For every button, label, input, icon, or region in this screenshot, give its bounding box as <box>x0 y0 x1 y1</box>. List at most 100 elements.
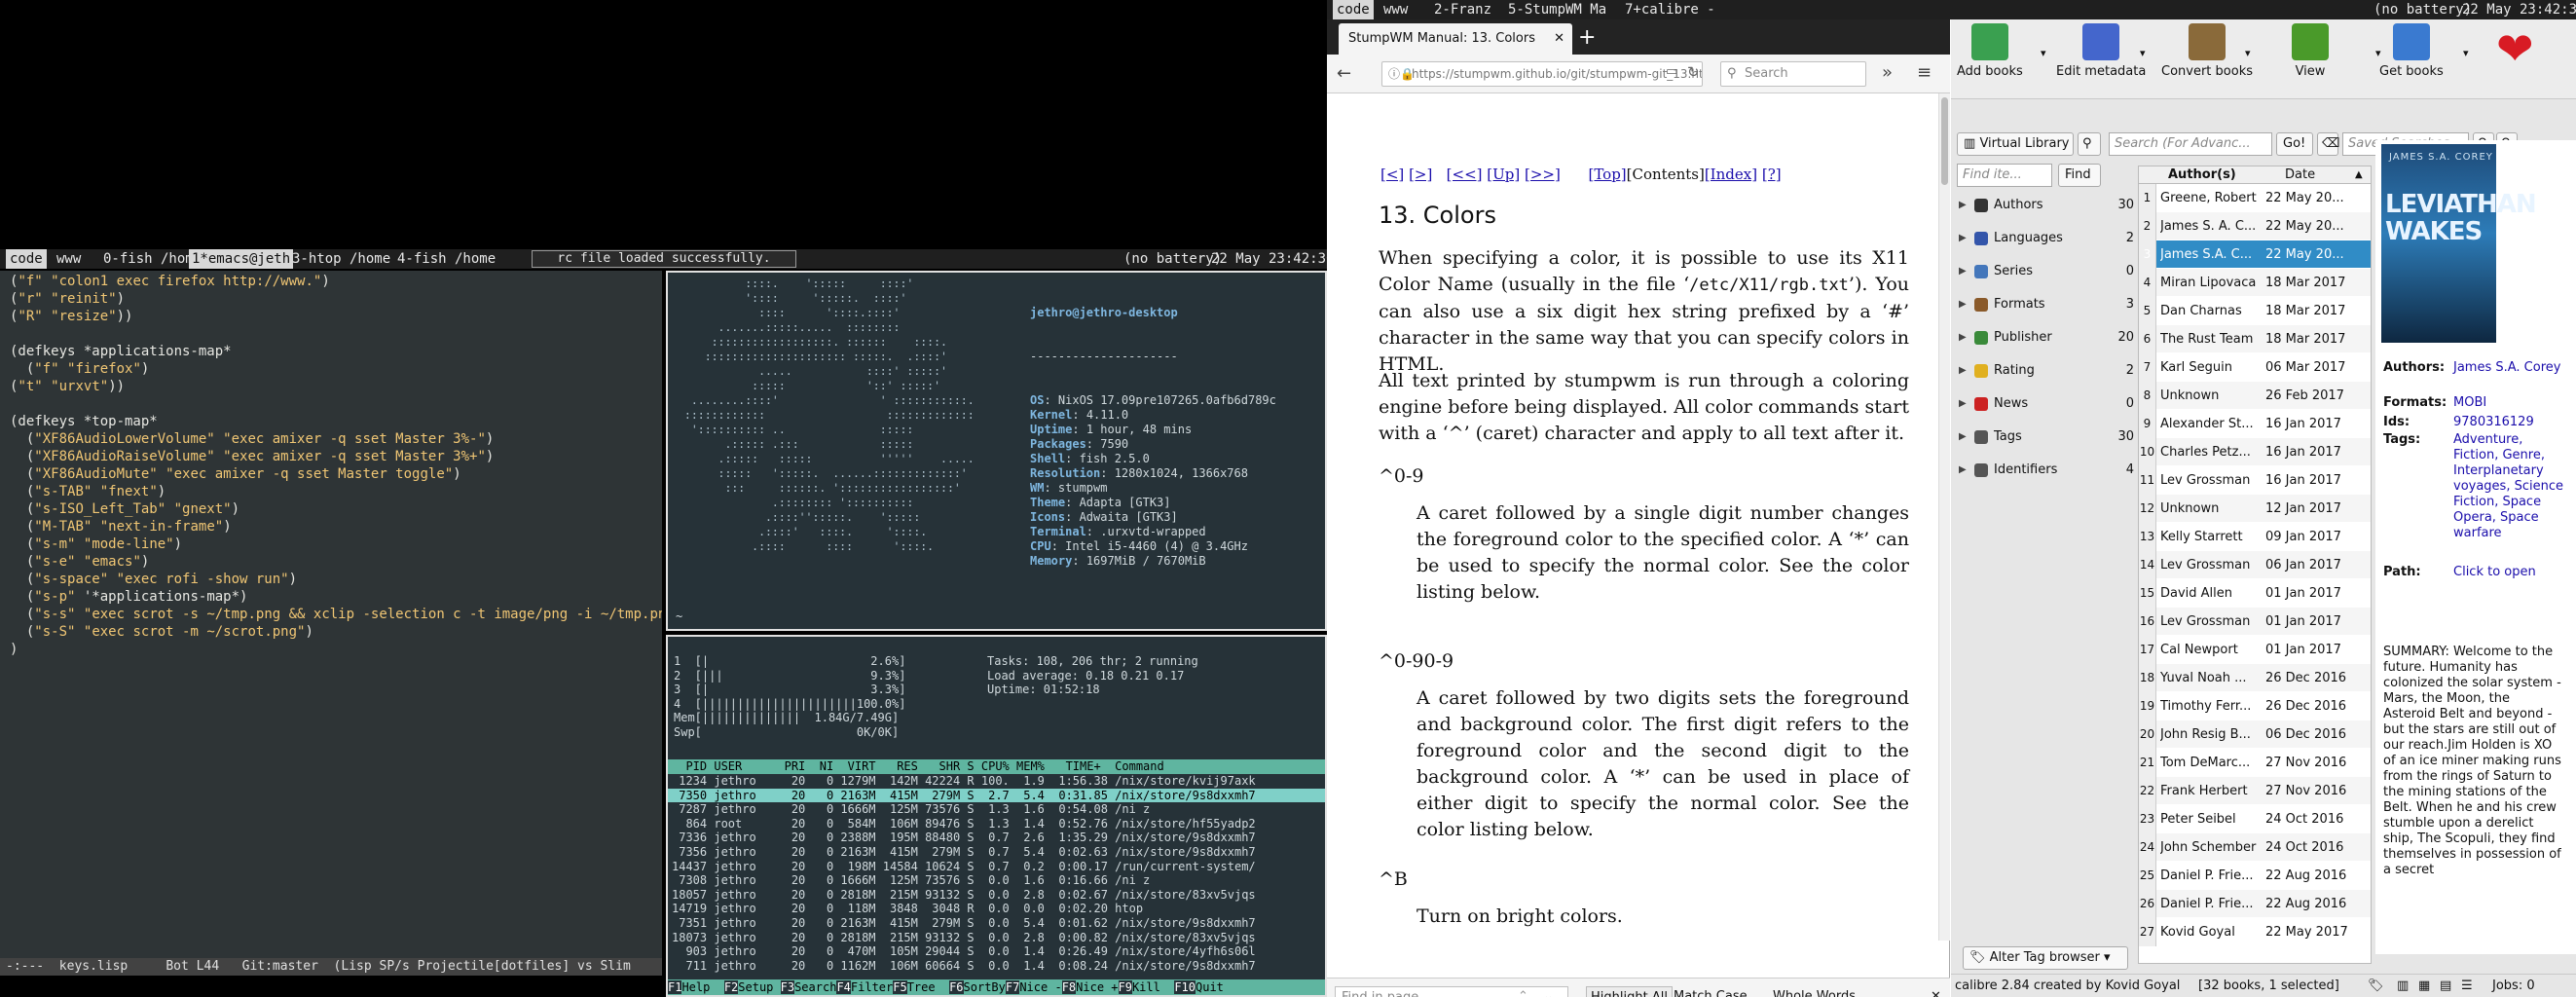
find-input[interactable]: Find in page <box>1335 986 1568 997</box>
alter-tag-browser-button[interactable]: 🏷 Alter Tag browser ▾ <box>1963 946 2128 970</box>
window-item[interactable]: 3-htop /home <box>292 249 390 269</box>
tag-icon[interactable]: 🏷 <box>2368 975 2384 997</box>
jobs-status[interactable]: Jobs: 0 <box>2492 975 2535 997</box>
virtual-library-button[interactable]: ▥ Virtual Library <box>1957 132 2074 156</box>
fkey-label[interactable]: Quit <box>1196 980 1224 994</box>
process-table[interactable]: 1234 jethro 20 0 1279M 142M 42224 R 100.… <box>668 774 1325 973</box>
window-item[interactable]: 5-StumpWM Ma <box>1508 0 1606 19</box>
go-button[interactable]: Go! <box>2276 132 2313 156</box>
overflow-icon[interactable]: » <box>1882 62 1893 83</box>
book-row[interactable]: 19 Timothy Ferr... 26 Dec 2016 <box>2139 692 2371 720</box>
book-row[interactable]: 4 Miran Lipovaca 18 Mar 2017 <box>2139 269 2371 297</box>
book-row[interactable]: 11 Lev Grossman 16 Jan 2017 <box>2139 466 2371 495</box>
tab-active[interactable]: StumpWM Manual: 13. Colors ✕ <box>1339 23 1572 55</box>
list-view-icon[interactable]: ☰ <box>2461 975 2473 997</box>
fkey-label[interactable]: SortBy <box>964 980 1006 994</box>
find-item-input[interactable]: Find ite... <box>1957 164 2052 187</box>
book-cover[interactable]: JAMES S.A. COREY LEVIATHAN WAKES <box>2381 144 2537 343</box>
expand-arrow-icon[interactable]: ▶ <box>1959 222 1967 255</box>
toolbar-convert-books-button[interactable]: Convert books <box>2161 23 2253 79</box>
scrollbar-thumb[interactable] <box>1941 97 1948 185</box>
nav-contents[interactable]: [Contents] <box>1627 166 1705 183</box>
book-row[interactable]: 22 Frank Herbert 27 Nov 2016 <box>2139 777 2371 805</box>
fkey-label[interactable]: Tree <box>907 980 949 994</box>
tag-browser[interactable]: ▶ Authors 30 ▶ Languages 2 ▶ Series 0 ▶ Formats 3 ▶ P… <box>1957 189 2134 948</box>
group-www[interactable]: www <box>1383 0 1408 19</box>
book-row[interactable]: 18 Yuval Noah ... 26 Dec 2016 <box>2139 664 2371 692</box>
column-authors[interactable]: Author(s) <box>2168 166 2236 183</box>
search-input[interactable]: Search (For Advanc... <box>2109 132 2272 156</box>
process-row[interactable]: 864 root 20 0 584M 106M 89476 S 1.3 1.4 … <box>668 817 1325 831</box>
book-row[interactable]: 24 John Schember 24 Oct 2016 <box>2139 833 2371 862</box>
window-item[interactable]: 4-fish /home <box>397 249 496 269</box>
process-row[interactable]: 14719 jethro 20 0 118M 3848 3048 R 0.0 0… <box>668 902 1325 916</box>
process-row[interactable]: 7308 jethro 20 0 1666M 125M 73576 S 0.0 … <box>668 873 1325 888</box>
fkey-label[interactable]: Setup <box>738 980 780 994</box>
dropdown-arrow-icon[interactable]: ▾ <box>2140 47 2146 59</box>
book-row[interactable]: 23 Peter Seibel 24 Oct 2016 <box>2139 805 2371 833</box>
nav-prev[interactable]: [<] <box>1380 166 1404 183</box>
info-icon[interactable]: ⓘ <box>1388 62 1400 86</box>
fkey[interactable]: F5 <box>893 980 907 994</box>
process-row[interactable]: 18057 jethro 20 0 2818M 215M 93132 S 0.0… <box>668 888 1325 903</box>
book-row[interactable]: 2 James S. A. C... 22 May 20... <box>2139 212 2371 240</box>
find-next-icon[interactable]: ⌄ <box>1543 979 1554 997</box>
book-row[interactable]: 14 Lev Grossman 06 Jan 2017 <box>2139 551 2371 579</box>
fkey[interactable]: F10 <box>1174 980 1196 994</box>
nav-next-section[interactable]: [>>] <box>1525 166 1561 183</box>
new-tab-icon[interactable]: + <box>1578 25 1596 51</box>
process-table-header[interactable]: PID USER PRI NI VIRT RES SHR S CPU% MEM%… <box>668 759 1325 774</box>
book-row[interactable]: 26 Daniel P. Frie... 22 Aug 2016 <box>2139 890 2371 918</box>
nav-prev-section[interactable]: [<<] <box>1447 166 1483 183</box>
window-item[interactable]: 7+calibre - <box>1625 0 1715 19</box>
window-item-current[interactable]: 1*emacs@jeth <box>189 249 294 269</box>
nav-top[interactable]: [Top] <box>1588 166 1626 183</box>
book-row[interactable]: 10 Charles Petz... 16 Jan 2017 <box>2139 438 2371 466</box>
tag-category-authors[interactable]: ▶ Authors 30 <box>1957 189 2134 222</box>
url-bar[interactable]: ⓘ 🔒 https://stumpwm.github.io/git/stumpw… <box>1381 61 1703 87</box>
fkey[interactable]: F3 <box>780 980 795 994</box>
process-row[interactable]: 7336 jethro 20 0 2388M 195M 88480 S 0.7 … <box>668 831 1325 845</box>
book-row[interactable]: 9 Alexander St... 16 Jan 2017 <box>2139 410 2371 438</box>
dropdown-arrow-icon[interactable]: ▾ <box>2245 47 2251 59</box>
book-list-header[interactable]: Author(s) Date ▲ <box>2139 166 2371 184</box>
book-row[interactable]: 8 Unknown 26 Feb 2017 <box>2139 382 2371 410</box>
book-row[interactable]: 21 Tom DeMarc... 27 Nov 2016 <box>2139 749 2371 777</box>
grid-view-icon[interactable]: ▦ <box>2418 975 2430 997</box>
tag-category-formats[interactable]: ▶ Formats 3 <box>1957 288 2134 321</box>
fkey-label[interactable]: Kill <box>1132 980 1174 994</box>
cover-flow-icon[interactable]: ▤ <box>2440 975 2451 997</box>
book-row[interactable]: 20 John Resig B... 06 Dec 2016 <box>2139 720 2371 749</box>
fkey-label[interactable]: Filter <box>851 980 893 994</box>
toolbar-edit-metadata-button[interactable]: Edit metadata <box>2056 23 2146 79</box>
expand-arrow-icon[interactable]: ▶ <box>1959 454 1967 487</box>
find-prev-icon[interactable]: ⌃ <box>1518 979 1528 997</box>
book-row[interactable]: 27 Kovid Goyal 22 May 2017 <box>2139 918 2371 946</box>
menu-icon[interactable]: ≡ <box>1917 62 1932 83</box>
close-find-icon[interactable]: ✕ <box>1931 979 1941 997</box>
book-row[interactable]: 6 The Rust Team 18 Mar 2017 <box>2139 325 2371 353</box>
donate-heart-icon[interactable]: ❤ <box>2496 21 2534 76</box>
tag-category-tags[interactable]: ▶ Tags 30 <box>1957 421 2134 454</box>
book-row[interactable]: 13 Kelly Starrett 09 Jan 2017 <box>2139 523 2371 551</box>
book-row[interactable]: 12 Unknown 12 Jan 2017 <box>2139 495 2371 523</box>
process-row[interactable]: 14437 jethro 20 0 198M 14584 10624 S 0.7… <box>668 860 1325 874</box>
group-www[interactable]: www <box>56 249 81 269</box>
dropdown-arrow-icon[interactable]: ▾ <box>2041 47 2046 59</box>
nav-next[interactable]: [>] <box>1409 166 1432 183</box>
expand-arrow-icon[interactable]: ▶ <box>1959 255 1967 288</box>
book-row[interactable]: 3 James S.A. C... 22 May 20... <box>2139 240 2371 269</box>
clear-search-icon[interactable]: ⌫ <box>2317 132 2339 156</box>
dropdown-arrow-icon[interactable]: ▾ <box>2463 47 2469 59</box>
emacs-buffer[interactable]: ("f" "colon1 exec firefox http://www.") (… <box>0 271 662 958</box>
tag-category-news[interactable]: ▶ News 0 <box>1957 388 2134 421</box>
process-row[interactable]: 18073 jethro 20 0 2818M 215M 93132 S 0.0… <box>668 931 1325 945</box>
fkey-label[interactable]: Nice + <box>1076 980 1118 994</box>
window-item[interactable]: 0-fish /home <box>103 249 202 269</box>
nav-index[interactable]: [Index] <box>1705 166 1757 183</box>
tag-category-series[interactable]: ▶ Series 0 <box>1957 255 2134 288</box>
process-row[interactable]: 903 jethro 20 0 470M 105M 29044 S 0.0 1.… <box>668 944 1325 959</box>
nav-help[interactable]: [?] <box>1762 166 1782 183</box>
expand-arrow-icon[interactable]: ▶ <box>1959 189 1967 222</box>
tag-category-identifiers[interactable]: ▶ Identifiers 4 <box>1957 454 2134 487</box>
